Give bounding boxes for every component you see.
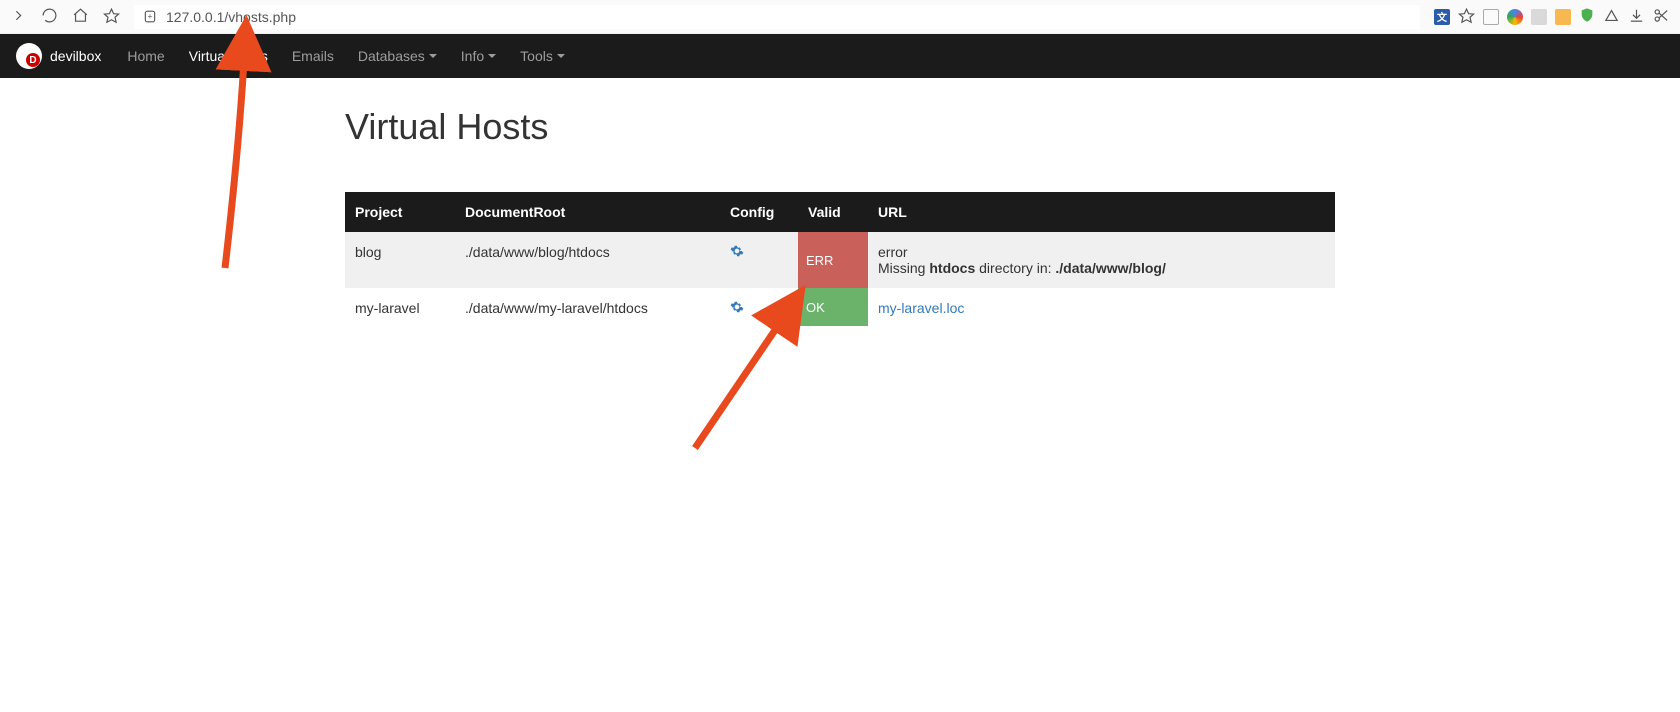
chevron-down-icon (557, 54, 565, 58)
ext-icon-3[interactable] (1531, 9, 1547, 25)
star-outline-icon[interactable] (103, 7, 120, 27)
devilbox-logo-icon (16, 43, 42, 69)
page-content: Virtual Hosts Project DocumentRoot Confi… (345, 78, 1335, 357)
ext-icon-2[interactable] (1507, 9, 1523, 25)
th-valid: Valid (798, 192, 868, 232)
th-config: Config (720, 192, 798, 232)
chevron-down-icon (488, 54, 496, 58)
table-header-row: Project DocumentRoot Config Valid URL (345, 192, 1335, 232)
arrow-to-valid-ok (685, 288, 1675, 708)
address-bar[interactable]: + 127.0.0.1/vhosts.php (134, 5, 1420, 29)
ext-icon-1[interactable] (1483, 9, 1499, 25)
url-error: error (878, 244, 1325, 260)
table-row: blog ./data/www/blog/htdocs ERR error Mi… (345, 232, 1335, 288)
nav-tools[interactable]: Tools (508, 34, 577, 78)
delta-icon[interactable] (1603, 7, 1620, 27)
table-row: my-laravel ./data/www/my-laravel/htdocs … (345, 288, 1335, 329)
cell-docroot: ./data/www/my-laravel/htdocs (455, 288, 720, 329)
browser-extensions: 文 (1434, 7, 1670, 27)
url-error-detail: Missing htdocs directory in: ./data/www/… (878, 260, 1325, 276)
cell-valid: OK (798, 288, 868, 329)
browser-toolbar: + 127.0.0.1/vhosts.php 文 (0, 0, 1680, 34)
cell-docroot: ./data/www/blog/htdocs (455, 232, 720, 288)
nav-info[interactable]: Info (449, 34, 508, 78)
brand-label: devilbox (50, 48, 101, 64)
brand[interactable]: devilbox (16, 43, 101, 69)
translate-ext-icon[interactable]: 文 (1434, 9, 1450, 25)
th-docroot: DocumentRoot (455, 192, 720, 232)
nav-databases[interactable]: Databases (346, 34, 449, 78)
status-badge-err: ERR (798, 232, 868, 288)
home-icon[interactable] (72, 7, 89, 27)
cell-url: my-laravel.loc (868, 288, 1335, 329)
bookmark-star-icon[interactable] (1458, 7, 1475, 27)
site-info-icon[interactable]: + (142, 9, 158, 25)
page-title: Virtual Hosts (345, 106, 1335, 148)
cell-url: error Missing htdocs directory in: ./dat… (868, 232, 1335, 288)
nav-home[interactable]: Home (115, 34, 176, 78)
vhost-link[interactable]: my-laravel.loc (878, 300, 964, 316)
reload-icon[interactable] (41, 7, 58, 27)
nav-virtual-hosts[interactable]: Virtual Hosts (177, 34, 280, 78)
status-badge-ok: OK (798, 288, 868, 326)
cell-project: my-laravel (345, 288, 455, 329)
adblock-ext-icon[interactable] (1579, 7, 1595, 26)
cell-config (720, 232, 798, 288)
vhosts-table: Project DocumentRoot Config Valid URL bl… (345, 192, 1335, 329)
svg-text:+: + (148, 12, 153, 21)
cell-config (720, 288, 798, 329)
th-project: Project (345, 192, 455, 232)
gear-icon[interactable] (730, 245, 744, 261)
th-url: URL (868, 192, 1335, 232)
nav-emails[interactable]: Emails (280, 34, 346, 78)
cell-project: blog (345, 232, 455, 288)
scissors-icon[interactable] (1653, 7, 1670, 27)
url-text: 127.0.0.1/vhosts.php (166, 9, 296, 25)
cell-valid: ERR (798, 232, 868, 288)
download-icon[interactable] (1628, 7, 1645, 27)
app-navbar: devilbox Home Virtual Hosts Emails Datab… (0, 34, 1680, 78)
gear-icon[interactable] (730, 301, 744, 317)
forward-icon[interactable] (10, 7, 27, 27)
ext-icon-4[interactable] (1555, 9, 1571, 25)
chevron-down-icon (429, 54, 437, 58)
